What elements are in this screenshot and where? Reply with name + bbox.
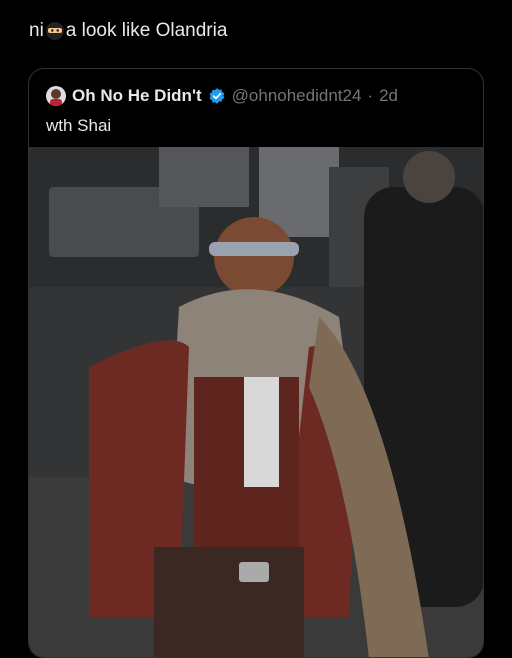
quoted-post-text: wth Shai (46, 116, 112, 135)
post-age[interactable]: 2d (379, 85, 398, 107)
separator-dot: · (367, 86, 374, 105)
handle[interactable]: @ohnohedidnt24 (232, 85, 362, 107)
post-text: ni a look like Olandria (29, 18, 227, 44)
post-text-end: a look like Olandria (65, 20, 228, 41)
display-name[interactable]: Oh No He Didn't (72, 85, 202, 107)
verified-badge-icon (209, 88, 225, 104)
quoted-post-card[interactable]: Oh No He Didn't @ohnohedidnt24 · 2d wth … (28, 68, 484, 658)
post-text-start: ni (29, 20, 44, 41)
ninja-emoji-icon (45, 22, 64, 40)
quoted-post-photo[interactable] (29, 147, 483, 657)
quoted-post-header: Oh No He Didn't @ohnohedidnt24 · 2d (46, 85, 398, 107)
avatar[interactable] (46, 86, 66, 106)
